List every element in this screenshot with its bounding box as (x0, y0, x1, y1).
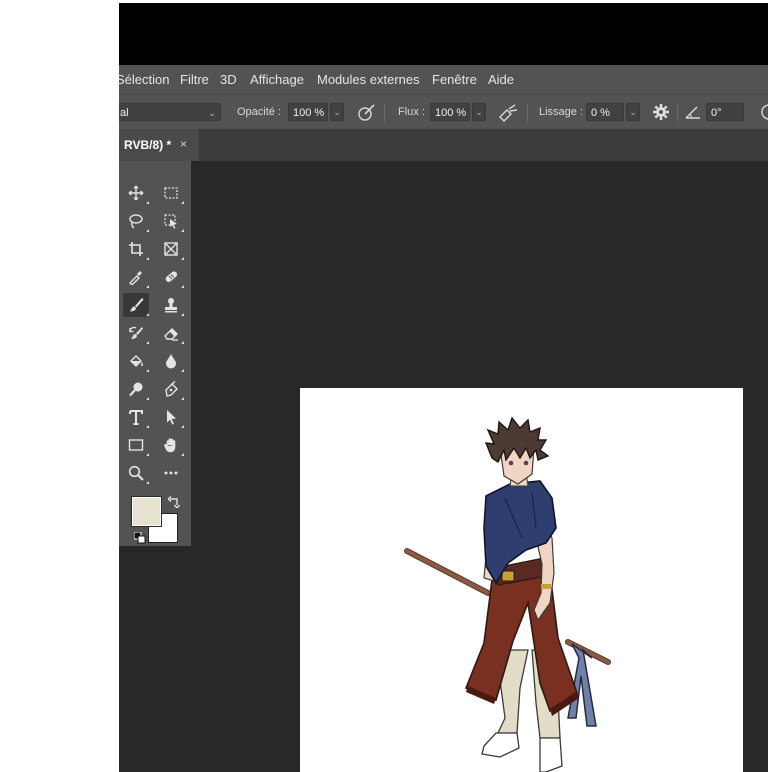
pressure-opacity-icon[interactable] (357, 102, 377, 125)
type-icon[interactable] (123, 405, 149, 429)
menu-plugins[interactable]: Modules externes (317, 72, 420, 87)
menu-filter[interactable]: Filtre (180, 72, 209, 87)
chevron-down-icon: ⌄ (208, 108, 216, 118)
more-tools-icon[interactable] (158, 461, 184, 485)
brush-icon[interactable] (123, 293, 149, 317)
opacity-dropdown[interactable]: ⌄ (330, 103, 344, 121)
separator (527, 103, 528, 123)
airbrush-icon[interactable] (497, 102, 519, 125)
pen-icon[interactable] (158, 377, 184, 401)
smoothing-field[interactable]: 0 % (586, 103, 624, 121)
menu-3d[interactable]: 3D (220, 72, 237, 87)
healing-brush-icon[interactable] (158, 265, 184, 289)
flux-field[interactable]: 100 % (430, 103, 470, 121)
smoothing-settings-icon[interactable] (652, 103, 670, 124)
frame-icon[interactable] (158, 237, 184, 261)
move-icon[interactable] (123, 181, 149, 205)
document-canvas[interactable] (300, 388, 743, 772)
foreground-color-swatch[interactable] (131, 496, 162, 527)
opacity-field[interactable]: 100 % (288, 103, 328, 121)
flux-dropdown[interactable]: ⌄ (472, 103, 486, 121)
dodge-icon[interactable] (123, 377, 149, 401)
character-illustration (404, 416, 611, 772)
menu-help[interactable]: Aide (488, 72, 514, 87)
object-selection-icon[interactable] (158, 209, 184, 233)
pressure-size-icon[interactable] (759, 103, 768, 124)
zoom-icon[interactable] (123, 461, 149, 485)
menu-view[interactable]: Affichage (250, 72, 304, 87)
separator (677, 103, 678, 123)
flux-label: Flux : (398, 106, 425, 118)
menu-window[interactable]: Fenêtre (432, 72, 477, 87)
default-colors-icon[interactable] (133, 531, 146, 549)
smoothing-label: Lissage : (539, 106, 584, 118)
options-bar: al ⌄ Opacité : 100 % ⌄ Flux : 100 % ⌄ Li… (119, 94, 768, 130)
paint-bucket-icon[interactable] (123, 349, 149, 373)
stamp-icon[interactable] (158, 293, 184, 317)
hand-icon[interactable] (158, 433, 184, 457)
menu-selection[interactable]: Sélection (119, 72, 169, 87)
eyedropper-icon[interactable] (123, 265, 149, 289)
opacity-label: Opacité : (237, 106, 282, 118)
tools-panel (119, 161, 191, 546)
angle-icon (685, 105, 701, 122)
eraser-icon[interactable] (158, 321, 184, 345)
document-tab[interactable]: RVB/8) * × (119, 129, 199, 161)
menu-bar: Sélection Filtre 3D Affichage Modules ex… (119, 65, 768, 94)
rectangle-icon[interactable] (123, 433, 149, 457)
mode-select[interactable]: al ⌄ (119, 103, 221, 121)
close-icon[interactable]: × (180, 137, 187, 151)
mode-value: al (120, 107, 129, 119)
angle-field[interactable]: 0° (706, 103, 744, 121)
smoothing-dropdown[interactable]: ⌄ (626, 103, 640, 121)
lasso-icon[interactable] (123, 209, 149, 233)
separator (384, 103, 385, 123)
history-brush-icon[interactable] (123, 321, 149, 345)
document-tab-label: RVB/8) * (124, 138, 172, 152)
crop-icon[interactable] (123, 237, 149, 261)
swap-colors-icon[interactable] (167, 495, 181, 513)
path-selection-icon[interactable] (158, 405, 184, 429)
document-tab-bar: RVB/8) * × (119, 129, 768, 161)
marquee-icon[interactable] (158, 181, 184, 205)
title-area (119, 3, 768, 65)
photoshop-window: Sélection Filtre 3D Affichage Modules ex… (119, 3, 768, 772)
blur-icon[interactable] (158, 349, 184, 373)
